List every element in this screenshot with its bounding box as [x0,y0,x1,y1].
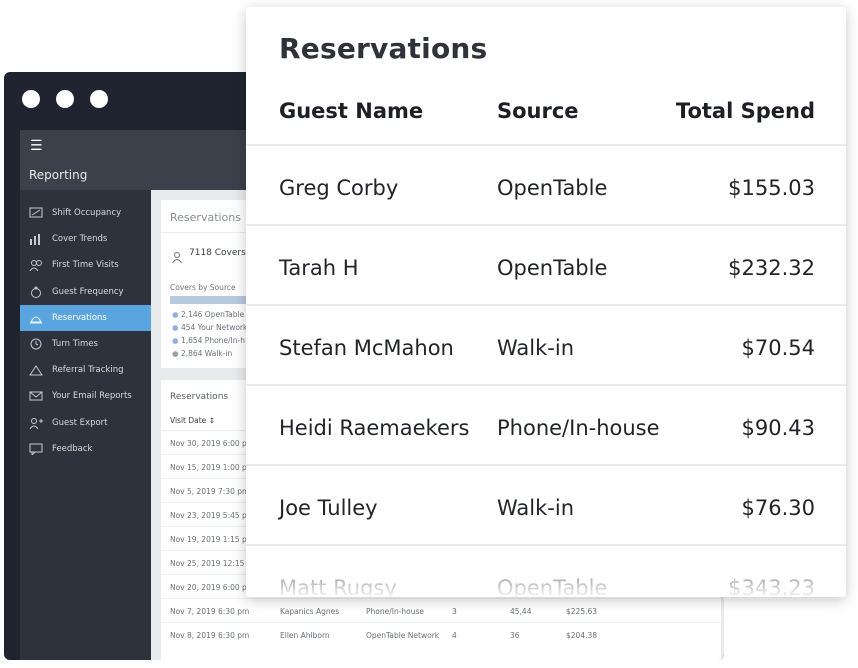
source-cell: OpenTable [497,256,608,280]
guest-name-cell: Matt Rugsy [279,576,397,597]
guest-name-cell: Heidi Raemaekers [279,416,470,440]
mail-icon [28,389,44,403]
window-minimize-dot[interactable] [56,90,74,108]
sidebar-item-referral-tracking[interactable]: Referral Tracking [20,357,151,383]
sort-icon: ↕ [208,416,215,425]
window-close-dot[interactable] [22,90,40,108]
source-bar [170,296,250,304]
table-row[interactable]: Nov 23, 2019 5:45 pm [170,511,254,520]
total-spend-cell: $70.54 [741,336,815,360]
table-row[interactable]: Nov 5, 2019 7:30 pm [170,487,249,496]
source-cell: OpenTable [497,176,608,200]
total-spend-cell: $232.32 [728,256,815,280]
table-row[interactable]: Heidi Raemaekers Phone/In-house $90.43 [246,384,846,466]
app-title: Reporting [29,168,88,182]
sidebar: Shift Occupancy Cover Trends First Time … [20,190,151,660]
covers-by-source-label: Covers by Source [170,283,236,292]
table-row[interactable]: Nov 7, 2019 6:30 pm Kapanics Agnes Phone… [170,607,597,616]
covers-count: 7118 Covers [189,248,246,258]
source-cell: Walk-in [497,496,575,520]
table-title: Reservations [170,392,229,402]
table-row[interactable]: Nov 19, 2019 1:15 pm [170,535,254,544]
table-row[interactable]: Greg Corby OpenTable $155.03 [246,144,846,226]
sidebar-item-reservations[interactable]: Reservations [20,304,151,331]
column-header-total-spend[interactable]: Total Spend [676,99,815,123]
sidebar-item-label: Reservations [52,312,107,323]
total-spend-cell: $90.43 [741,416,815,440]
users-icon [28,258,44,272]
user-icon [172,248,182,267]
sidebar-item-cover-trends[interactable]: Cover Trends [20,226,151,252]
source-item: ● 2,146 OpenTable N [172,310,253,319]
total-spend-cell: $343.23 [728,576,815,597]
table-row[interactable]: Joe Tulley Walk-in $76.30 [246,464,846,546]
guest-name-cell: Stefan McMahon [279,336,454,360]
sidebar-item-first-time-visits[interactable]: First Time Visits [20,252,151,278]
source-cell: OpenTable [497,576,608,597]
table-row[interactable]: Tarah H OpenTable $232.32 [246,224,846,306]
frequency-icon [28,285,44,299]
source-cell: Phone/In-house [497,416,660,440]
source-item: ● 1,654 Phone/In-h [172,336,245,345]
sidebar-item-guest-export[interactable]: Guest Export [20,410,151,436]
shift-occupancy-icon [28,206,44,220]
sidebar-item-label: Cover Trends [52,234,108,245]
source-item: ● 454 Your Network [172,323,248,332]
reservations-card: Reservations Guest Name Source Total Spe… [246,7,846,597]
clock-icon [28,337,44,351]
sidebar-item-label: Your Email Reports [52,391,132,402]
referral-icon [28,363,44,377]
sidebar-item-turn-times[interactable]: Turn Times [20,331,151,357]
card-title: Reservations [279,32,488,65]
table-row[interactable]: Nov 20, 2019 6:00 pm [170,583,254,592]
column-header-source[interactable]: Source [497,99,579,123]
table-row[interactable]: Nov 15, 2019 1:00 pm [170,463,254,472]
sidebar-item-shift-occupancy[interactable]: Shift Occupancy [20,200,151,226]
sidebar-item-email-reports[interactable]: Your Email Reports [20,383,151,409]
table-row[interactable]: Matt Rugsy OpenTable $343.23 [246,544,846,597]
source-cell: Walk-in [497,336,575,360]
window-maximize-dot[interactable] [90,90,108,108]
feedback-icon [28,442,44,456]
user-export-icon [28,416,44,430]
guest-name-cell: Tarah H [279,256,359,280]
column-header-guest-name[interactable]: Guest Name [279,99,423,123]
visit-date-header[interactable]: Visit Date ↕ [170,416,215,425]
sidebar-item-label: Referral Tracking [52,365,124,376]
table-row[interactable]: Stefan McMahon Walk-in $70.54 [246,304,846,386]
window-controls [22,90,108,108]
table-row[interactable]: Nov 30, 2019 6:00 p [170,439,247,448]
summary-title: Reservations [170,211,241,224]
total-spend-cell: $76.30 [741,496,815,520]
sidebar-item-guest-frequency[interactable]: Guest Frequency [20,279,151,305]
table-row[interactable]: Nov 8, 2019 6:30 pm Ellen Ahlborn OpenTa… [170,631,597,640]
sidebar-item-label: Turn Times [52,339,98,350]
sidebar-item-label: Feedback [52,443,93,454]
guest-name-cell: Greg Corby [279,176,399,200]
source-item: ● 2,864 Walk-in [172,349,233,358]
bar-chart-icon [28,232,44,246]
sidebar-item-label: Shift Occupancy [52,208,122,219]
reservation-bell-icon [28,311,44,325]
hamburger-icon[interactable]: ☰ [30,138,43,154]
sidebar-item-label: Guest Export [52,417,108,428]
sidebar-item-label: First Time Visits [52,260,119,271]
sidebar-item-feedback[interactable]: Feedback [20,436,151,462]
total-spend-cell: $155.03 [728,176,815,200]
guest-name-cell: Joe Tulley [279,496,378,520]
sidebar-item-label: Guest Frequency [52,286,124,297]
